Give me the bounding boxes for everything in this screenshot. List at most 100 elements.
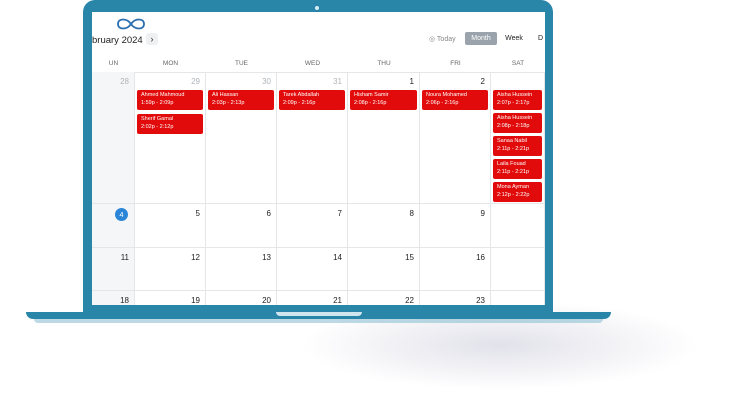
month-view-button[interactable]: Month <box>465 32 497 45</box>
event-time: 1:59p - 2:09p <box>141 100 174 106</box>
day-cell[interactable]: 12 <box>135 248 206 291</box>
laptop-notch <box>276 312 362 316</box>
day-cell[interactable]: 8 <box>348 204 420 248</box>
calendar-event[interactable]: Mona Ayman 2:12p - 2:22p <box>493 182 542 202</box>
calendar-event[interactable]: Sherif Gamal 2:02p - 2:12p <box>137 114 203 134</box>
event-name: Noura Mohamed <box>426 92 467 98</box>
event-name: Sanaa Nabil <box>497 138 527 144</box>
weekday-wed: WED <box>304 60 321 67</box>
weekday-fri: FRI <box>450 60 461 67</box>
day-number: 12 <box>191 253 200 262</box>
event-name: Ali Hassan <box>212 92 239 98</box>
event-time: 2:03p - 2:13p <box>212 100 245 106</box>
event-time: 2:09p - 2:16p <box>283 100 316 106</box>
event-name: Aisha Hussein <box>497 115 533 121</box>
calendar-event[interactable]: Aisha Hussein 2:08p - 2:18p <box>493 113 542 133</box>
day-cell[interactable]: 15 <box>348 248 420 291</box>
day-cell[interactable]: 11 <box>92 248 135 291</box>
next-month-button[interactable]: › <box>146 33 158 45</box>
day-cell[interactable]: 23 <box>420 291 491 305</box>
day-cell[interactable]: 31 Tarek Abdallah 2:09p - 2:16p <box>277 72 348 204</box>
day-number: 11 <box>120 253 129 262</box>
weekday-tue: TUE <box>235 60 248 67</box>
day-number: 13 <box>262 253 271 262</box>
weekday-header: UN MON TUE WED THU FRI SAT <box>92 56 545 73</box>
weekday-sun: UN <box>108 60 119 67</box>
day-cell[interactable]: 18 <box>92 291 135 305</box>
infinity-logo-icon <box>117 18 145 30</box>
day-cell[interactable]: 9 <box>420 204 491 248</box>
day-cell[interactable]: 6 <box>206 204 277 248</box>
day-cell[interactable]: 16 <box>420 248 491 291</box>
day-number: 28 <box>120 77 129 86</box>
calendar-event[interactable]: Noura Mohamed 2:06p - 2:16p <box>422 90 488 110</box>
event-time: 2:08p - 2:18p <box>497 123 530 129</box>
day-cell[interactable]: 14 <box>277 248 348 291</box>
event-time: 2:11p - 2:21p <box>497 169 530 175</box>
day-cell[interactable]: 2 Noura Mohamed 2:06p - 2:16p <box>420 72 491 204</box>
day-number: 16 <box>476 253 485 262</box>
day-number: 19 <box>191 296 200 305</box>
calendar-event[interactable]: Hisham Samir 2:08p - 2:16p <box>350 90 417 110</box>
day-cell[interactable]: 7 <box>277 204 348 248</box>
day-cell[interactable]: 28 <box>92 72 135 204</box>
webcam <box>315 6 319 10</box>
event-name: Ahmed Mahmoud <box>141 92 185 98</box>
day-cell[interactable]: Aisha Hussein 2:07p - 2:17p Aisha Hussein 2… <box>491 72 545 204</box>
day-cell[interactable]: 1 Hisham Samir 2:08p - 2:16p <box>348 72 420 204</box>
day-number: 20 <box>262 296 271 305</box>
day-cell[interactable]: 5 <box>135 204 206 248</box>
event-name: Aisha Hussein <box>497 92 533 98</box>
day-number: 23 <box>476 296 485 305</box>
laptop-base-shadow <box>34 319 603 323</box>
event-name: Tarek Abdallah <box>283 92 320 98</box>
weekday-mon: MON <box>162 60 179 67</box>
day-number: 31 <box>333 77 342 86</box>
day-cell[interactable]: 19 <box>135 291 206 305</box>
calendar-event[interactable]: Ali Hassan 2:03p - 2:13p <box>208 90 274 110</box>
event-time: 2:08p - 2:16p <box>354 100 387 106</box>
calendar-event[interactable]: Sanaa Nabil 2:11p - 2:21p <box>493 136 542 156</box>
day-number: 8 <box>409 209 414 218</box>
day-number: 21 <box>333 296 342 305</box>
event-name: Hisham Samir <box>354 92 389 98</box>
day-cell[interactable]: 22 <box>348 291 420 305</box>
week-view-button[interactable]: Week <box>500 32 528 45</box>
day-cell[interactable]: 30 Ali Hassan 2:03p - 2:13p <box>206 72 277 204</box>
day-number: 14 <box>333 253 342 262</box>
day-cell[interactable] <box>491 248 545 291</box>
calendar-event[interactable]: Ahmed Mahmoud 1:59p - 2:09p <box>137 90 203 110</box>
weekday-sat: SAT <box>511 60 525 67</box>
event-time: 2:07p - 2:17p <box>497 100 530 106</box>
day-number: 1 <box>409 77 414 86</box>
day-number: 22 <box>405 296 414 305</box>
day-cell[interactable] <box>491 204 545 248</box>
month-grid: 28 29 Ahmed Mahmoud 1:59p - 2:09p Sherif Gam… <box>92 72 545 305</box>
day-number: 5 <box>195 209 200 218</box>
day-number: 15 <box>405 253 414 262</box>
day-cell[interactable] <box>491 291 545 305</box>
day-cell[interactable]: 21 <box>277 291 348 305</box>
laptop-screen: bruary 2024 › ◎ Today Month Week D UN MO… <box>92 12 545 305</box>
month-title: bruary 2024 <box>92 35 143 46</box>
calendar-event[interactable]: Tarek Abdallah 2:09p - 2:16p <box>279 90 345 110</box>
event-name: Sherif Gamal <box>141 116 174 122</box>
day-cell[interactable]: 29 Ahmed Mahmoud 1:59p - 2:09p Sherif Gamal… <box>135 72 206 204</box>
day-number: 29 <box>191 77 200 86</box>
day-number: 2 <box>480 77 485 86</box>
calendar-event[interactable]: Aisha Hussein 2:07p - 2:17p <box>493 90 542 110</box>
today-button[interactable]: ◎ Today <box>429 35 456 43</box>
day-number: 18 <box>120 296 129 305</box>
calendar-event[interactable]: Laila Fouad 2:11p - 2:21p <box>493 159 542 179</box>
day-cell[interactable]: 4 <box>92 204 135 248</box>
event-time: 2:12p - 2:22p <box>497 192 530 198</box>
day-number: 30 <box>262 77 271 86</box>
day-cell[interactable]: 20 <box>206 291 277 305</box>
calendar-toolbar: bruary 2024 › ◎ Today Month Week D <box>92 32 545 52</box>
day-cell[interactable]: 13 <box>206 248 277 291</box>
day-number: 7 <box>337 209 342 218</box>
weekday-thu: THU <box>377 60 391 67</box>
day-view-button[interactable]: D <box>538 32 545 45</box>
today-badge: 4 <box>115 208 128 221</box>
event-time: 2:02p - 2:12p <box>141 124 174 130</box>
